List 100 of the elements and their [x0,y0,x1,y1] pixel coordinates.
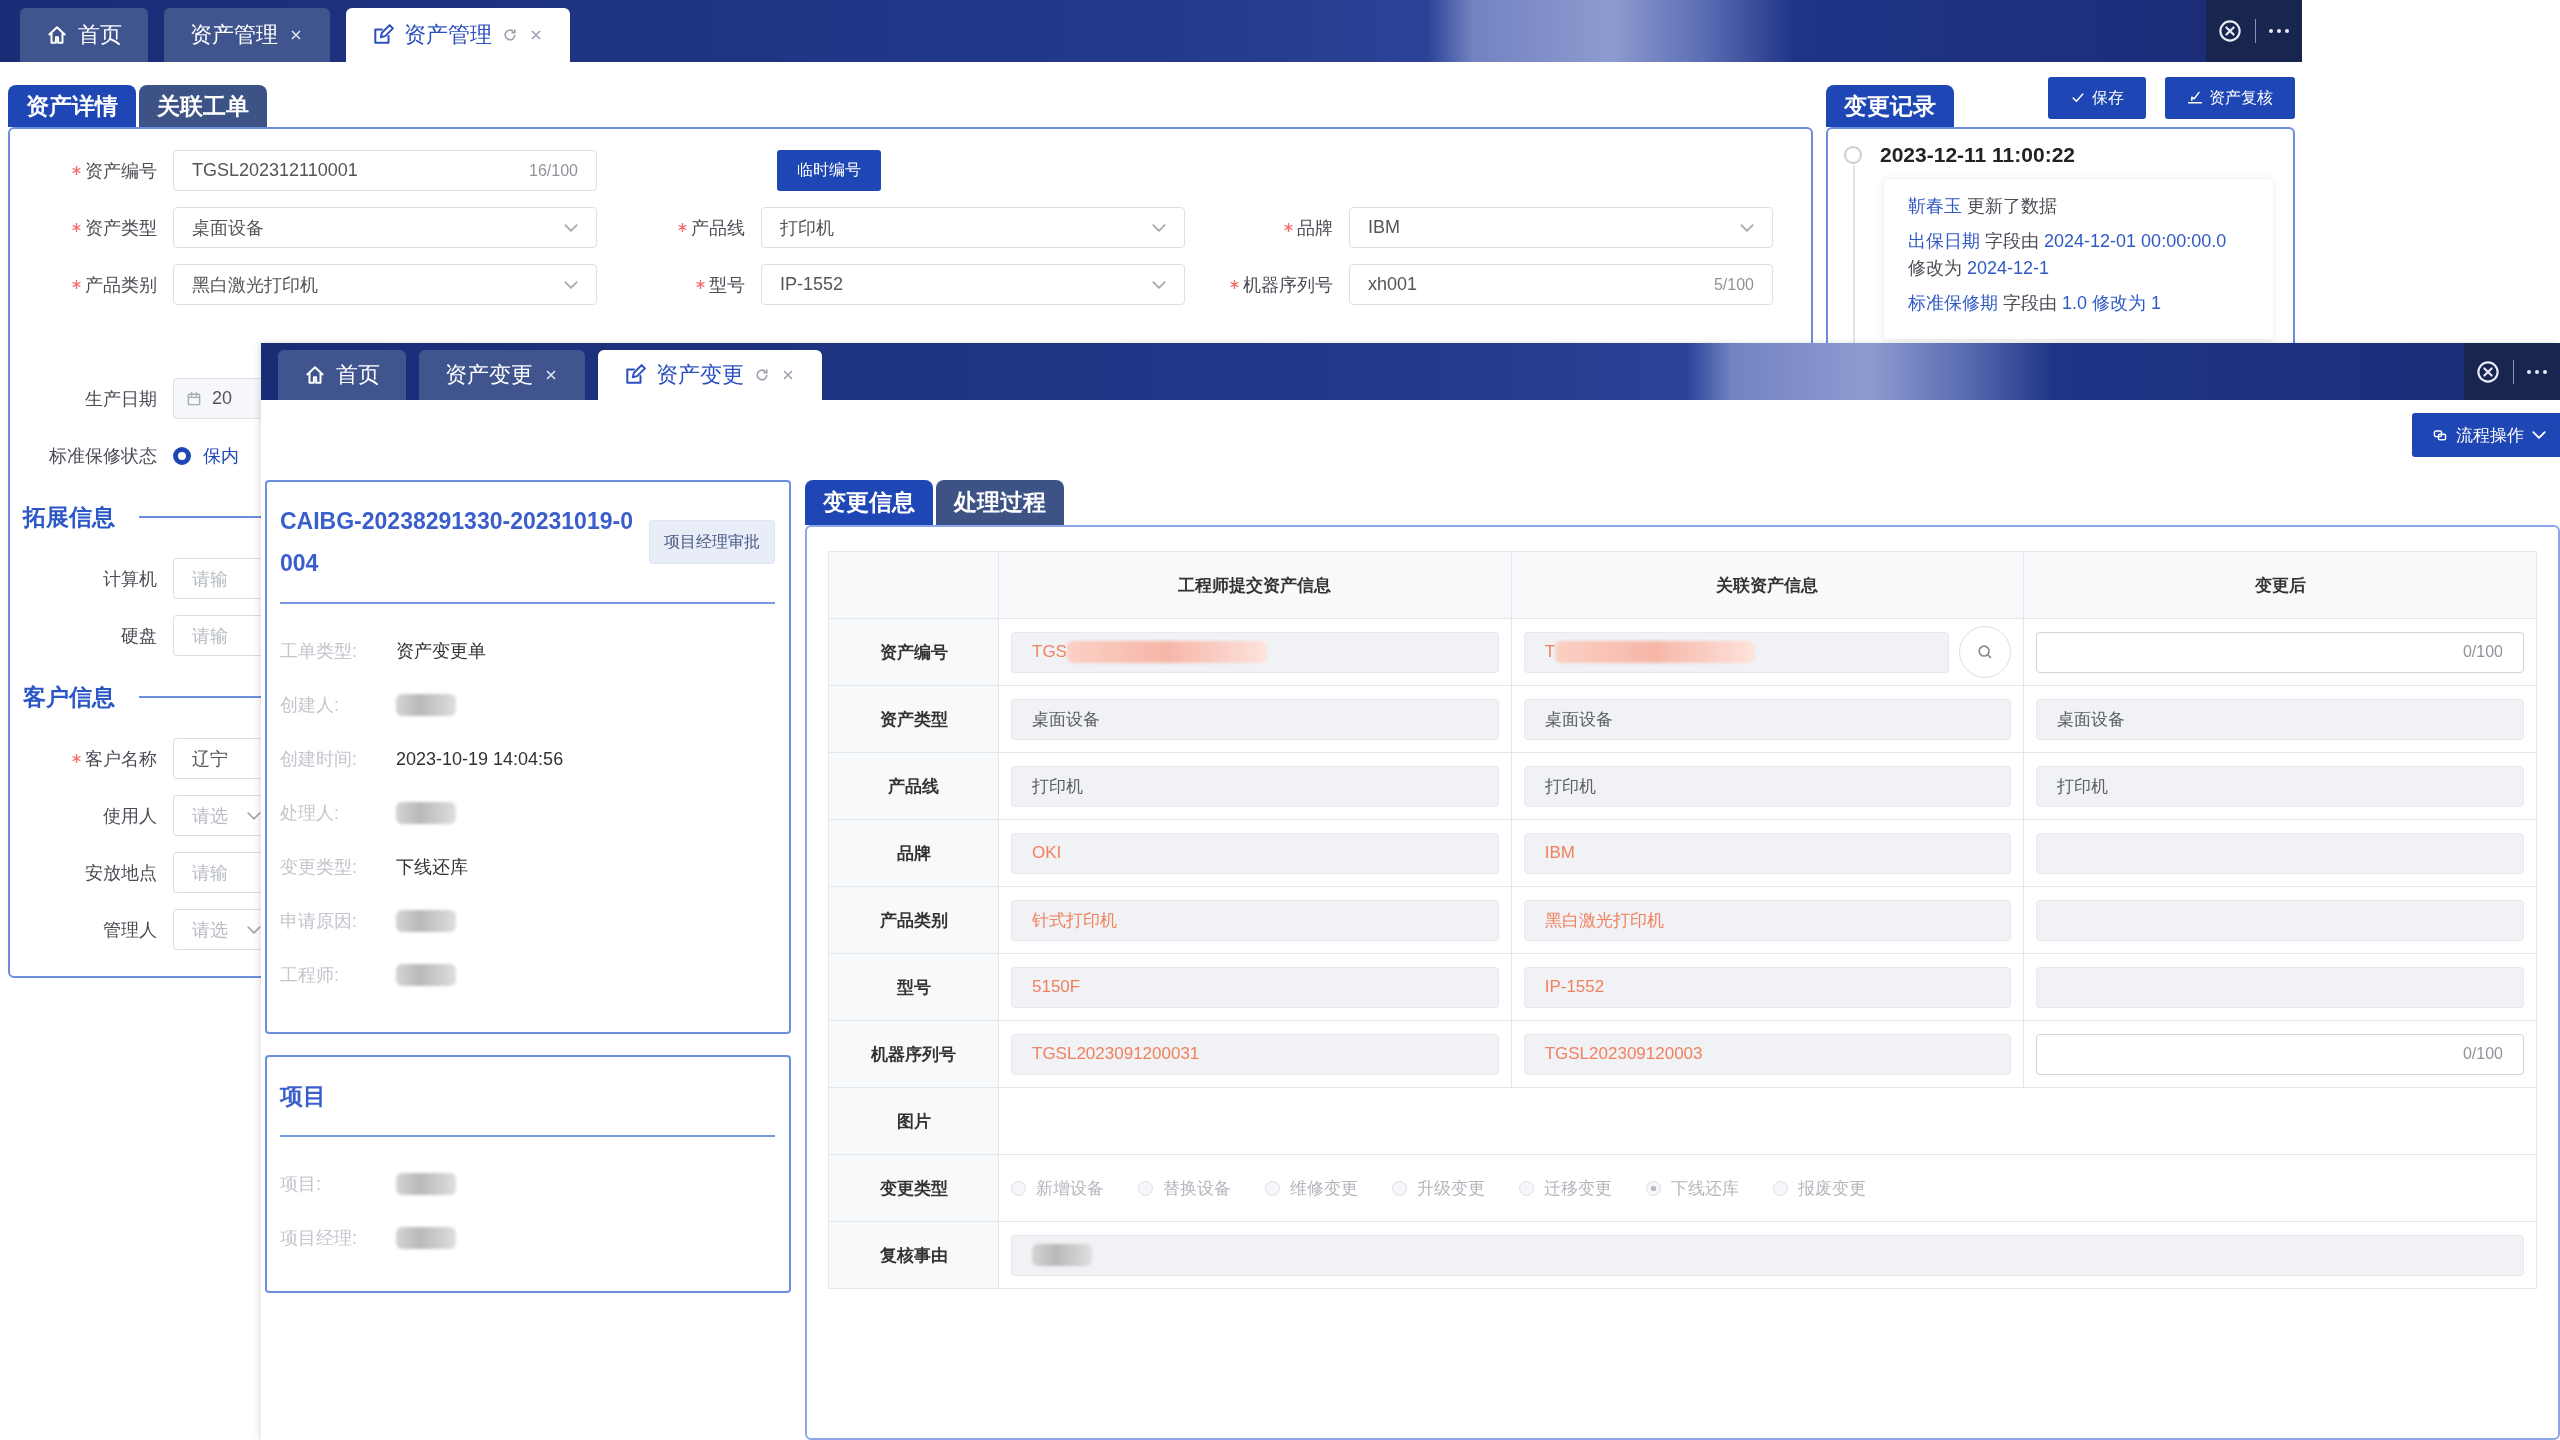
chevron-down-icon [1152,280,1166,289]
field-label: 型号 [709,273,745,297]
readonly-field: 打印机 [1523,765,2012,807]
flow-icon [2432,427,2448,443]
log-entry: 出保日期 字段由 2024-12-01 00:00:00.0 修改为 2024-12-1 [1908,230,2228,280]
tab[interactable]: 处理过程 [936,480,1064,525]
row-label: 产品类别 [828,886,999,954]
readonly-field: 桌面设备 [2036,698,2524,740]
info-value: 2023-10-19 14:04:56 [396,748,564,770]
tab[interactable]: 关联工单 [139,85,267,127]
field-label: 机器序列号 [1243,273,1333,297]
tab[interactable]: 资产详情 [8,85,136,127]
field-label: 生产日期 [85,387,157,411]
chevron-down-icon [247,811,261,820]
home-icon [46,24,68,46]
select-field[interactable]: IP-1552 [761,264,1185,305]
field-label: 客户名称 [85,747,157,771]
row-label: 变更类型 [828,1154,999,1222]
calendar-icon [186,390,202,407]
readonly-field: 针式打印机 [1011,899,1499,941]
chevron-down-icon [564,223,578,232]
info-value: 资产变更单 [396,640,486,663]
panel-tab[interactable]: 变更记录 [1826,85,1954,127]
text-field[interactable]: xh001 5/100 [1349,264,1773,305]
column-header: 关联资产信息 [1511,551,2024,619]
more-icon[interactable] [2267,28,2290,34]
readonly-field: OKI [1011,832,1499,874]
row-label: 复核事由 [828,1221,999,1289]
row-label: 产品线 [828,752,999,820]
select-field[interactable]: 桌面设备 [173,207,597,248]
log-entry: 靳春玉 更新了数据 [1908,195,2058,218]
timeline-dot-icon [1844,146,1862,164]
action-button[interactable]: 资产复核 [2165,77,2295,119]
info-label: 工程师: [280,964,340,987]
card-title: 项目 [280,1082,327,1111]
radio-button[interactable] [173,446,191,465]
field-label: 管理人 [103,918,157,942]
tab[interactable]: 变更信息 [805,480,933,525]
refresh-icon[interactable] [754,367,770,383]
chevron-down-icon [564,280,578,289]
edit-icon [372,24,394,46]
field-label: 产品类别 [85,273,157,297]
text-field[interactable]: 辽宁 [173,738,261,779]
info-label: 项目: [280,1173,322,1196]
readonly-field: IBM [1523,832,2012,874]
home-icon [304,364,326,386]
caret-icon [2532,431,2546,439]
column-header: 变更后 [2023,551,2537,619]
temp-number-button[interactable]: 临时编号 [777,150,881,191]
more-icon[interactable] [2525,368,2548,375]
window-tab[interactable]: 首页 [278,350,406,400]
window-tab[interactable]: 资产变更 [419,350,585,400]
window-tab[interactable]: 资产变更 [598,350,822,400]
chevron-down-icon [1152,223,1166,232]
readonly-field: 桌面设备 [1011,698,1499,740]
row-label: 图片 [828,1087,999,1155]
refresh-icon[interactable] [502,27,518,43]
select-field[interactable]: 打印机 [761,207,1185,248]
text-field[interactable]: TGSL202312110001 16/100 [173,150,597,191]
window-tab[interactable]: 首页 [20,8,148,62]
readonly-field: TGS [1011,631,1499,673]
chevron-down-icon [1740,223,1754,232]
field-label: 产品线 [691,216,745,240]
info-label: 变更类型: [280,856,358,879]
field-label: 资产类型 [85,216,157,240]
row-label: 资产类型 [828,685,999,753]
close-circle-icon [2218,19,2243,43]
field-label: 品牌 [1297,216,1333,240]
chevron-down-icon [247,925,261,934]
field-label: 硬盘 [121,624,157,648]
readonly-field: 桌面设备 [1523,698,2012,740]
edit-icon [624,364,646,386]
radio-label[interactable]: 保内 [203,443,239,468]
info-label: 项目经理: [280,1227,358,1250]
select-field[interactable]: 黑白激光打印机 [173,264,597,305]
readonly-field: 黑白激光打印机 [1523,899,2012,941]
row-label: 品牌 [828,819,999,887]
date-field[interactable]: 20 [173,378,261,419]
field-label: 安放地点 [85,861,157,885]
record-time: 2023-12-11 11:00:22 [1880,143,2075,167]
flow-actions-button[interactable]: 流程操作 [2412,413,2560,457]
section-title: 客户信息 [23,682,115,712]
field-label: 标准保修状态 [49,444,157,468]
window-tab[interactable]: 资产管理 [346,8,570,62]
info-label: 创建时间: [280,748,358,771]
row-label: 型号 [828,953,999,1021]
row-label: 机器序列号 [828,1020,999,1088]
column-header: 工程师提交资产信息 [998,551,1512,619]
readonly-field: IP-1552 [1523,966,2012,1008]
window-tab[interactable]: 资产管理 [164,8,330,62]
info-label: 处理人: [280,802,340,825]
work-order-title: CAIBG-20238291330-20231019-0004 [280,507,634,578]
close-circle-icon [2476,359,2501,384]
text-field[interactable] [1011,1234,2524,1276]
select-field[interactable]: IBM [1349,207,1773,248]
readonly-field: 打印机 [2036,765,2524,807]
action-button[interactable]: 保存 [2048,77,2146,119]
section-title: 拓展信息 [23,502,115,532]
readonly-field: TGSL202309120003 [1523,1033,2012,1075]
row-label: 资产编号 [828,618,999,686]
